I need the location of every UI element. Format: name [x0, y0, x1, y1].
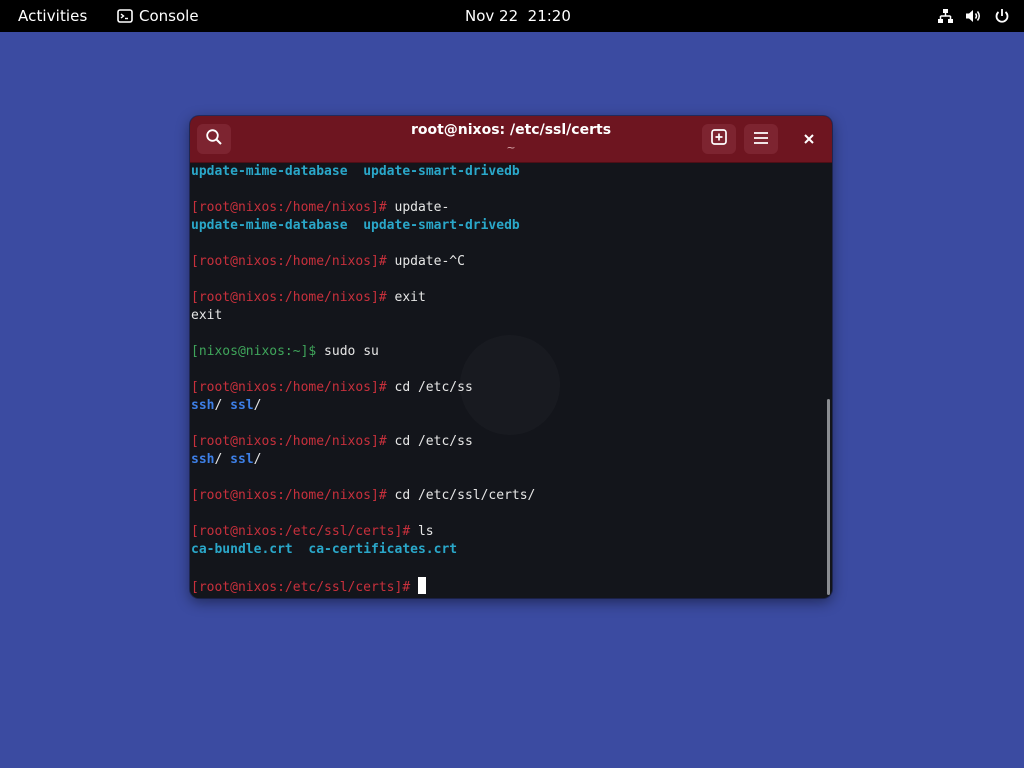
app-menu[interactable]: Console: [117, 0, 199, 32]
terminal-text: cd /etc/ss: [386, 434, 473, 449]
terminal-lines: update-mime-database update-smart-drived…: [191, 163, 535, 595]
terminal-text: sudo su: [316, 344, 379, 359]
terminal-text: cd /etc/ss: [386, 380, 473, 395]
terminal-text: ca-certificates.crt: [308, 542, 458, 557]
terminal-text: /: [253, 452, 262, 467]
prompt: [root@nixos:/home/nixos]#: [191, 488, 387, 503]
prompt: [root@nixos:/home/nixos]#: [191, 200, 387, 215]
terminal-text: update-: [386, 200, 450, 215]
prompt: [root@nixos:/home/nixos]#: [191, 290, 387, 305]
terminal-text: update-mime-database: [191, 164, 348, 179]
terminal-text: /: [214, 452, 231, 467]
terminal-text: ssh: [191, 398, 215, 413]
main-menu-button[interactable]: [744, 124, 778, 154]
new-tab-icon: [710, 128, 728, 150]
prompt: [root@nixos:/home/nixos]#: [191, 380, 387, 395]
terminal-window[interactable]: root@nixos: /etc/ssl/certs ~ update-mime…: [190, 116, 832, 598]
app-menu-label: Console: [139, 7, 199, 25]
volume-icon[interactable]: [965, 8, 983, 24]
terminal-text: update-smart-drivedb: [363, 164, 520, 179]
network-icon[interactable]: [937, 8, 954, 24]
text-cursor: [417, 577, 426, 594]
terminal-text: ssh: [191, 452, 215, 467]
terminal-line: update-mime-database update-smart-drived…: [191, 217, 535, 235]
terminal-text: exit: [191, 308, 223, 323]
terminal-text: ca-bundle.crt: [191, 542, 293, 557]
terminal-line: [root@nixos:/etc/ssl/certs]#: [191, 577, 535, 595]
terminal-line: [root@nixos:/etc/ssl/certs]# ls: [191, 523, 535, 541]
hamburger-menu-icon: [753, 130, 769, 149]
prompt: [root@nixos:/etc/ssl/certs]#: [191, 524, 411, 539]
terminal-text: update-mime-database: [191, 218, 348, 233]
top-bar: Activities Console Nov 22 21:20: [0, 0, 1024, 32]
terminal-line: [root@nixos:/home/nixos]# cd /etc/ssl/ce…: [191, 487, 535, 505]
prompt: [root@nixos:/home/nixos]#: [191, 254, 387, 269]
terminal-text: update-^C: [386, 254, 465, 269]
terminal-output[interactable]: update-mime-database update-smart-drived…: [190, 163, 832, 598]
terminal-icon: [117, 9, 133, 23]
terminal-text: ssl: [230, 398, 254, 413]
terminal-line: [root@nixos:/home/nixos]# update-^C: [191, 253, 535, 271]
prompt: [root@nixos:/home/nixos]#: [191, 434, 387, 449]
terminal-line: [root@nixos:/home/nixos]# cd /etc/ss: [191, 433, 535, 451]
prompt: [root@nixos:/etc/ssl/certs]#: [191, 580, 411, 595]
activities-button[interactable]: Activities: [18, 0, 87, 32]
terminal-line: [root@nixos:/home/nixos]# cd /etc/ss: [191, 379, 535, 397]
terminal-line: ssh/ ssl/: [191, 397, 535, 415]
terminal-line: exit: [191, 307, 535, 325]
terminal-text: update-smart-drivedb: [363, 218, 520, 233]
terminal-line: update-mime-database update-smart-drived…: [191, 163, 535, 181]
terminal-text: /: [253, 398, 262, 413]
terminal-line: [root@nixos:/home/nixos]# exit: [191, 289, 535, 307]
terminal-line: [root@nixos:/home/nixos]# update-: [191, 199, 535, 217]
terminal-text: cd /etc/ssl/certs/: [386, 488, 536, 503]
system-tray[interactable]: [937, 0, 1010, 32]
new-tab-button[interactable]: [702, 124, 736, 154]
scrollbar[interactable]: [827, 399, 830, 595]
prompt: [nixos@nixos:~]$: [191, 344, 317, 359]
terminal-text: /: [214, 398, 231, 413]
clock[interactable]: Nov 22 21:20: [465, 0, 571, 32]
terminal-line: [nixos@nixos:~]$ sudo su: [191, 343, 535, 361]
terminal-line: ssh/ ssl/: [191, 451, 535, 469]
power-icon[interactable]: [994, 8, 1010, 24]
close-button[interactable]: [794, 124, 824, 154]
terminal-text: ls: [410, 524, 434, 539]
terminal-text: exit: [386, 290, 426, 305]
terminal-text: ssl: [230, 452, 254, 467]
terminal-line: ca-bundle.crt ca-certificates.crt: [191, 541, 535, 559]
header-bar[interactable]: root@nixos: /etc/ssl/certs ~: [190, 116, 832, 163]
close-icon: [803, 130, 815, 149]
